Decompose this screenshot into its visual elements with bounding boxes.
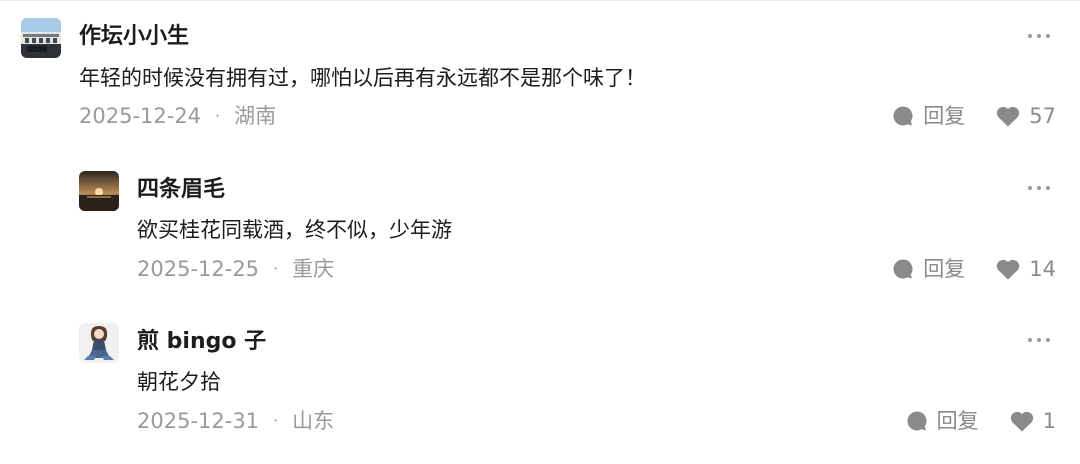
chat-bubble-icon bbox=[893, 106, 913, 126]
chat-bubble-icon bbox=[893, 259, 913, 279]
reply-label: 回复 bbox=[923, 104, 966, 128]
avatar[interactable] bbox=[79, 323, 119, 363]
comment-text: 年轻的时候没有拥有过，哪怕以后再有永远都不是那个味了！ bbox=[79, 66, 646, 90]
comment-text: 朝花夕拾 bbox=[137, 370, 221, 394]
more-options-icon[interactable] bbox=[1028, 335, 1050, 345]
comment-location: 山东 bbox=[292, 409, 335, 433]
username[interactable]: 作坛小小生 bbox=[79, 22, 189, 52]
reply-label: 回复 bbox=[936, 409, 979, 433]
comment-date: 2025-12-25 bbox=[137, 257, 260, 281]
reply-label: 回复 bbox=[923, 257, 966, 281]
avatar[interactable] bbox=[79, 171, 119, 211]
comment-item: 作坛小小生 年轻的时候没有拥有过，哪怕以后再有永远都不是那个味了！ 2025-1… bbox=[0, 0, 1080, 152]
comment-location: 湖南 bbox=[234, 104, 277, 128]
reply-button[interactable]: 回复 bbox=[891, 101, 965, 131]
heart-icon bbox=[997, 106, 1020, 127]
comment-text: 欲买桂花同载酒，终不似，少年游 bbox=[137, 218, 452, 242]
reply-button[interactable]: 回复 bbox=[905, 406, 979, 436]
separator-dot: · bbox=[273, 259, 279, 278]
avatar[interactable] bbox=[21, 18, 61, 58]
like-count: 14 bbox=[1029, 257, 1056, 281]
separator-dot: · bbox=[215, 106, 221, 125]
username[interactable]: 煎 bingo 子 bbox=[137, 327, 266, 357]
like-button[interactable]: 1 bbox=[1009, 406, 1056, 436]
comment-meta: 2025-12-24 · 湖南 bbox=[79, 101, 276, 131]
more-options-icon[interactable] bbox=[1028, 31, 1050, 41]
more-options-icon[interactable] bbox=[1028, 183, 1050, 193]
separator-dot: · bbox=[273, 411, 279, 430]
like-button[interactable]: 57 bbox=[995, 101, 1056, 131]
building-photo-avatar-icon bbox=[21, 18, 61, 58]
sunset-photo-avatar-icon bbox=[79, 171, 119, 211]
like-count: 57 bbox=[1029, 104, 1056, 128]
comment-meta: 2025-12-25 · 重庆 bbox=[137, 254, 334, 284]
comment-actions: 回复 57 bbox=[891, 101, 1056, 131]
heart-icon bbox=[1010, 411, 1033, 432]
heart-icon bbox=[997, 259, 1020, 280]
reply-button[interactable]: 回复 bbox=[891, 254, 965, 284]
reply-item: 煎 bingo 子 朝花夕拾 2025-12-31 · 山东 回复 1 bbox=[0, 304, 1080, 464]
comment-actions: 回复 1 bbox=[905, 406, 1056, 436]
comment-date: 2025-12-31 bbox=[137, 409, 260, 433]
like-count: 1 bbox=[1042, 409, 1056, 433]
comment-meta: 2025-12-31 · 山东 bbox=[137, 406, 334, 436]
like-button[interactable]: 14 bbox=[995, 254, 1056, 284]
comment-actions: 回复 14 bbox=[891, 254, 1056, 284]
comment-date: 2025-12-24 bbox=[79, 104, 202, 128]
comment-location: 重庆 bbox=[292, 257, 335, 281]
reply-item: 四条眉毛 欲买桂花同载酒，终不似，少年游 2025-12-25 · 重庆 回复 … bbox=[0, 152, 1080, 304]
username[interactable]: 四条眉毛 bbox=[137, 175, 225, 205]
comment-list: 作坛小小生 年轻的时候没有拥有过，哪怕以后再有永远都不是那个味了！ 2025-1… bbox=[0, 0, 1080, 464]
anime-girl-avatar-icon bbox=[79, 323, 119, 363]
chat-bubble-icon bbox=[907, 411, 927, 431]
